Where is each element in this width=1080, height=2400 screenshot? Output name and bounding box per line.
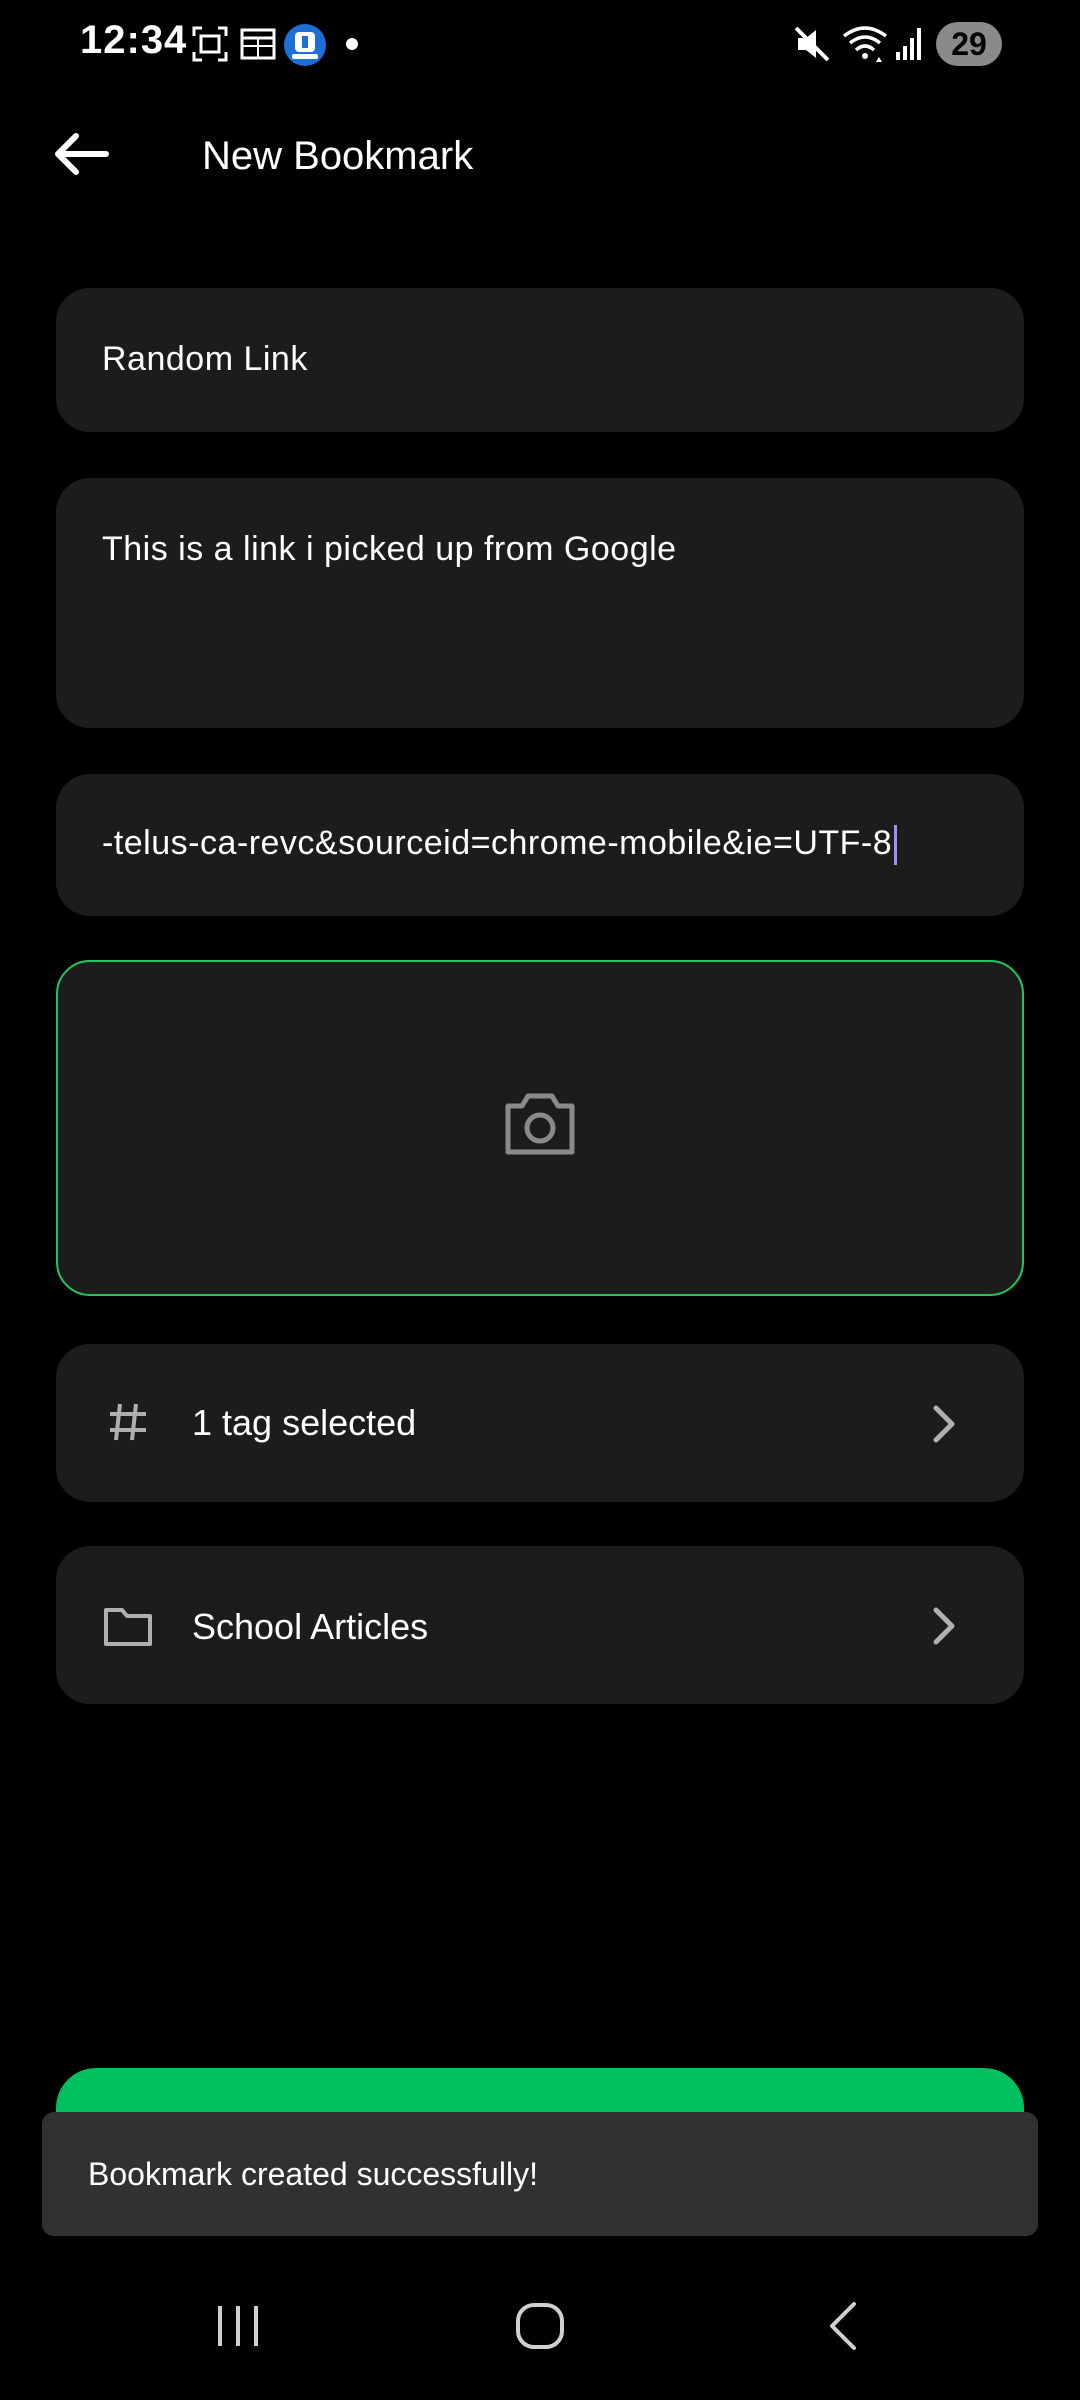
chevron-right-icon <box>933 1607 955 1645</box>
calendar-icon <box>240 28 276 60</box>
back-button[interactable] <box>46 118 118 190</box>
back-icon[interactable] <box>820 2296 868 2356</box>
snackbar-message: Bookmark created successfully! <box>88 2156 538 2192</box>
home-icon[interactable] <box>512 2296 568 2356</box>
battery-indicator: 29 <box>936 22 1002 66</box>
bookmark-description-field[interactable]: This is a link i picked up from Google <box>56 478 1024 728</box>
folder-label: School Articles <box>192 1606 429 1647</box>
screenshot-icon <box>192 26 228 62</box>
status-time: 12:34 <box>80 18 188 62</box>
bookmark-name-field[interactable]: Random Link <box>56 288 1024 432</box>
arrow-left-icon <box>55 133 109 175</box>
dot-icon <box>346 38 358 50</box>
folder-selector[interactable]: School Articles <box>56 1546 1024 1704</box>
bookmark-name-value: Random Link <box>102 340 308 378</box>
tags-label: 1 tag selected <box>192 1402 417 1443</box>
camera-icon <box>505 1093 575 1155</box>
app-notification-icon <box>284 24 326 66</box>
bookmark-url-value: -telus-ca-revc&sourceid=chrome-mobile&ie… <box>102 824 893 862</box>
chevron-right-icon <box>933 1405 955 1443</box>
folder-icon <box>104 1608 152 1646</box>
mute-icon <box>794 26 830 62</box>
image-picker[interactable] <box>56 960 1024 1296</box>
snackbar: Bookmark created successfully! <box>42 2112 1038 2236</box>
bookmark-url-field[interactable]: -telus-ca-revc&sourceid=chrome-mobile&ie… <box>56 774 1024 916</box>
bookmark-description-value: This is a link i picked up from Google <box>102 530 677 568</box>
hash-icon <box>110 1403 146 1441</box>
signal-icon <box>896 28 921 60</box>
text-caret <box>894 825 898 866</box>
wifi-icon <box>842 26 888 62</box>
recent-apps-icon[interactable] <box>212 2296 264 2356</box>
page-title: New Bookmark <box>202 134 474 178</box>
tags-selector[interactable]: 1 tag selected <box>56 1344 1024 1502</box>
